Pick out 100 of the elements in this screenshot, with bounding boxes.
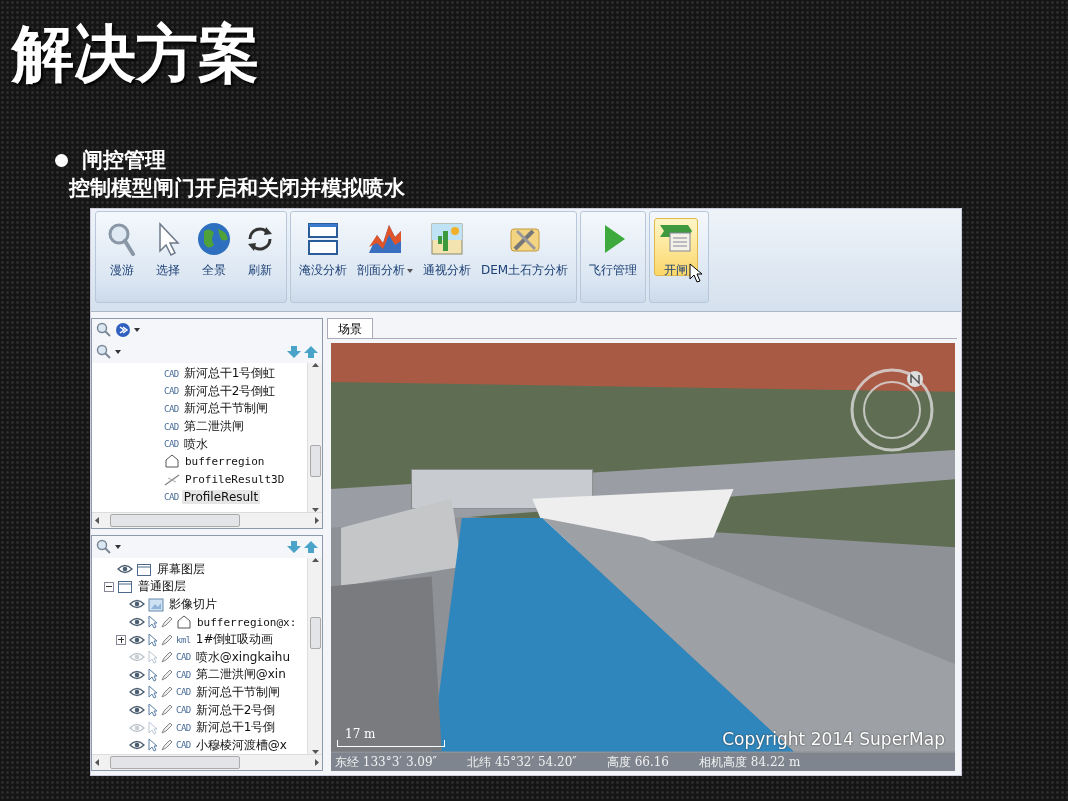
ribbon-button[interactable]: 通视分析	[419, 218, 475, 276]
globe-icon	[196, 221, 232, 257]
layer-item[interactable]: 新河总干2号倒	[193, 701, 278, 719]
scene-tab[interactable]: 场景	[327, 318, 373, 338]
pencil-icon	[161, 704, 173, 716]
house-outline-icon	[164, 454, 180, 470]
copyright-text: Copyright 2014 SuperMap	[722, 729, 945, 749]
ribbon-button[interactable]: 淹没分析	[295, 218, 351, 276]
layer-item[interactable]: 小穆棱河渡槽@x	[193, 736, 289, 754]
pencil-icon	[161, 739, 173, 752]
window-icon	[136, 561, 152, 577]
pencil-icon	[161, 686, 173, 699]
layer-item[interactable]: 普通图层	[136, 578, 188, 596]
pointer-icon	[148, 650, 158, 665]
layer-type-icon: CAD	[164, 404, 179, 414]
layer-item[interactable]: 喷水@xingkaihu	[193, 648, 293, 666]
layer-type-icon: CAD	[176, 705, 191, 715]
layer-type-icon: CAD	[164, 421, 179, 432]
forward-circle-icon	[115, 322, 131, 338]
stacked-panels-icon	[305, 221, 341, 257]
ribbon-button[interactable]: 剖面分析	[353, 218, 417, 276]
tree-item[interactable]: 新河总干1号倒虹	[181, 365, 278, 383]
cactus-picture-icon	[429, 221, 465, 257]
pencil-icon	[161, 668, 173, 681]
diagonal-line-icon	[164, 471, 180, 487]
move-down-icon	[287, 346, 301, 358]
tree-item[interactable]: 喷水	[181, 435, 210, 453]
move-down-icon	[287, 541, 301, 554]
scroll-left-icon	[95, 759, 99, 766]
pointer-icon	[148, 632, 158, 647]
caret-icon	[134, 328, 140, 332]
pointer-icon	[148, 720, 158, 735]
layer-type-icon: CAD	[176, 722, 191, 733]
search-icon	[96, 539, 112, 556]
ribbon-button[interactable]: 飞行管理	[585, 218, 642, 276]
pencil-icon	[161, 633, 173, 646]
pencil-icon	[161, 651, 173, 664]
window-icon	[117, 579, 133, 595]
scrollbar-thumb[interactable]	[110, 514, 240, 528]
pencil-icon	[161, 721, 173, 734]
layer-item[interactable]: 影像切片	[167, 595, 219, 613]
bullet-description: 控制模型闸门开启和关闭并模拟喷水	[69, 175, 405, 202]
coordinate-text: 高度 66.16	[606, 753, 669, 771]
pencil-icon	[161, 616, 173, 629]
layer-type-icon: kml	[176, 634, 191, 645]
layer-type-icon: CAD	[164, 491, 179, 502]
layer-item[interactable]: 第二泄洪闸@xin	[193, 666, 288, 684]
ribbon-button[interactable]: 漫游	[100, 218, 144, 276]
house-outline-icon	[176, 614, 192, 630]
pointer-icon	[148, 703, 158, 717]
ribbon-button[interactable]: DEM土石方分析	[477, 218, 573, 276]
layer-item[interactable]: 新河总干节制闸	[193, 683, 282, 701]
tree-item[interactable]: ProfileResult3D	[183, 472, 287, 486]
pointer-icon	[148, 685, 158, 700]
ribbon-button[interactable]: 刷新	[238, 218, 282, 276]
scrollbar-thumb[interactable]	[310, 617, 321, 650]
horizontal-scrollbar[interactable]	[92, 512, 322, 529]
pointer-icon	[148, 667, 158, 682]
expand-toggle[interactable]	[116, 634, 126, 645]
scrollbar-thumb[interactable]	[310, 445, 321, 478]
scrollbar-thumb[interactable]	[110, 756, 240, 769]
bullet-dot	[55, 153, 68, 167]
tree-item[interactable]: 第二泄洪闸	[181, 418, 246, 436]
layer-item[interactable]: 1#倒虹吸动画	[193, 631, 276, 649]
slide-title: 解决方案	[12, 16, 260, 92]
layer-type-icon: CAD	[176, 652, 191, 663]
layer-type-icon: CAD	[176, 740, 191, 751]
tree-item[interactable]: 新河总干节制闸	[181, 400, 270, 418]
search-icon	[96, 322, 112, 338]
bullet-heading: 闸控管理	[82, 147, 166, 174]
layer-type-icon: CAD	[164, 439, 179, 450]
tree-item[interactable]: ProfileResult	[181, 489, 261, 504]
scale-label: 17 m	[345, 727, 376, 741]
vertical-scrollbar[interactable]	[307, 558, 322, 754]
tree-item[interactable]: 新河总干2号倒虹	[181, 382, 278, 400]
tree-item[interactable]: bufferregion	[183, 455, 267, 469]
scroll-right-icon	[315, 759, 319, 766]
scroll-right-icon	[315, 517, 319, 525]
scroll-left-icon	[95, 517, 99, 525]
layer-type-icon: CAD	[164, 386, 179, 397]
pointer-icon	[148, 738, 158, 753]
layer-item[interactable]: 屏幕图层	[155, 560, 207, 578]
ribbon-button[interactable]: 全景	[192, 218, 236, 276]
layer-type-icon: CAD	[164, 368, 179, 379]
coordinate-text: 东经 133°3′ 3.09″	[335, 753, 438, 771]
ribbon-button[interactable]: 选择	[146, 218, 190, 276]
caret-icon	[115, 545, 121, 550]
vertical-scrollbar[interactable]	[307, 363, 322, 513]
layer-item[interactable]: bufferregion@x:	[195, 615, 299, 629]
horizontal-scrollbar[interactable]	[92, 754, 322, 770]
pointer-icon	[148, 615, 158, 630]
mouse-cursor-icon	[689, 263, 704, 283]
image-tile-icon	[148, 596, 164, 612]
layer-type-icon: CAD	[176, 669, 191, 680]
layer-item[interactable]: 新河总干1号倒	[193, 719, 278, 737]
caret-icon	[115, 350, 121, 354]
coordinate-text: 北纬 45°32′ 54.20″	[467, 753, 577, 771]
search-icon	[96, 344, 112, 360]
expand-toggle[interactable]	[104, 581, 114, 592]
move-up-icon	[304, 541, 318, 554]
